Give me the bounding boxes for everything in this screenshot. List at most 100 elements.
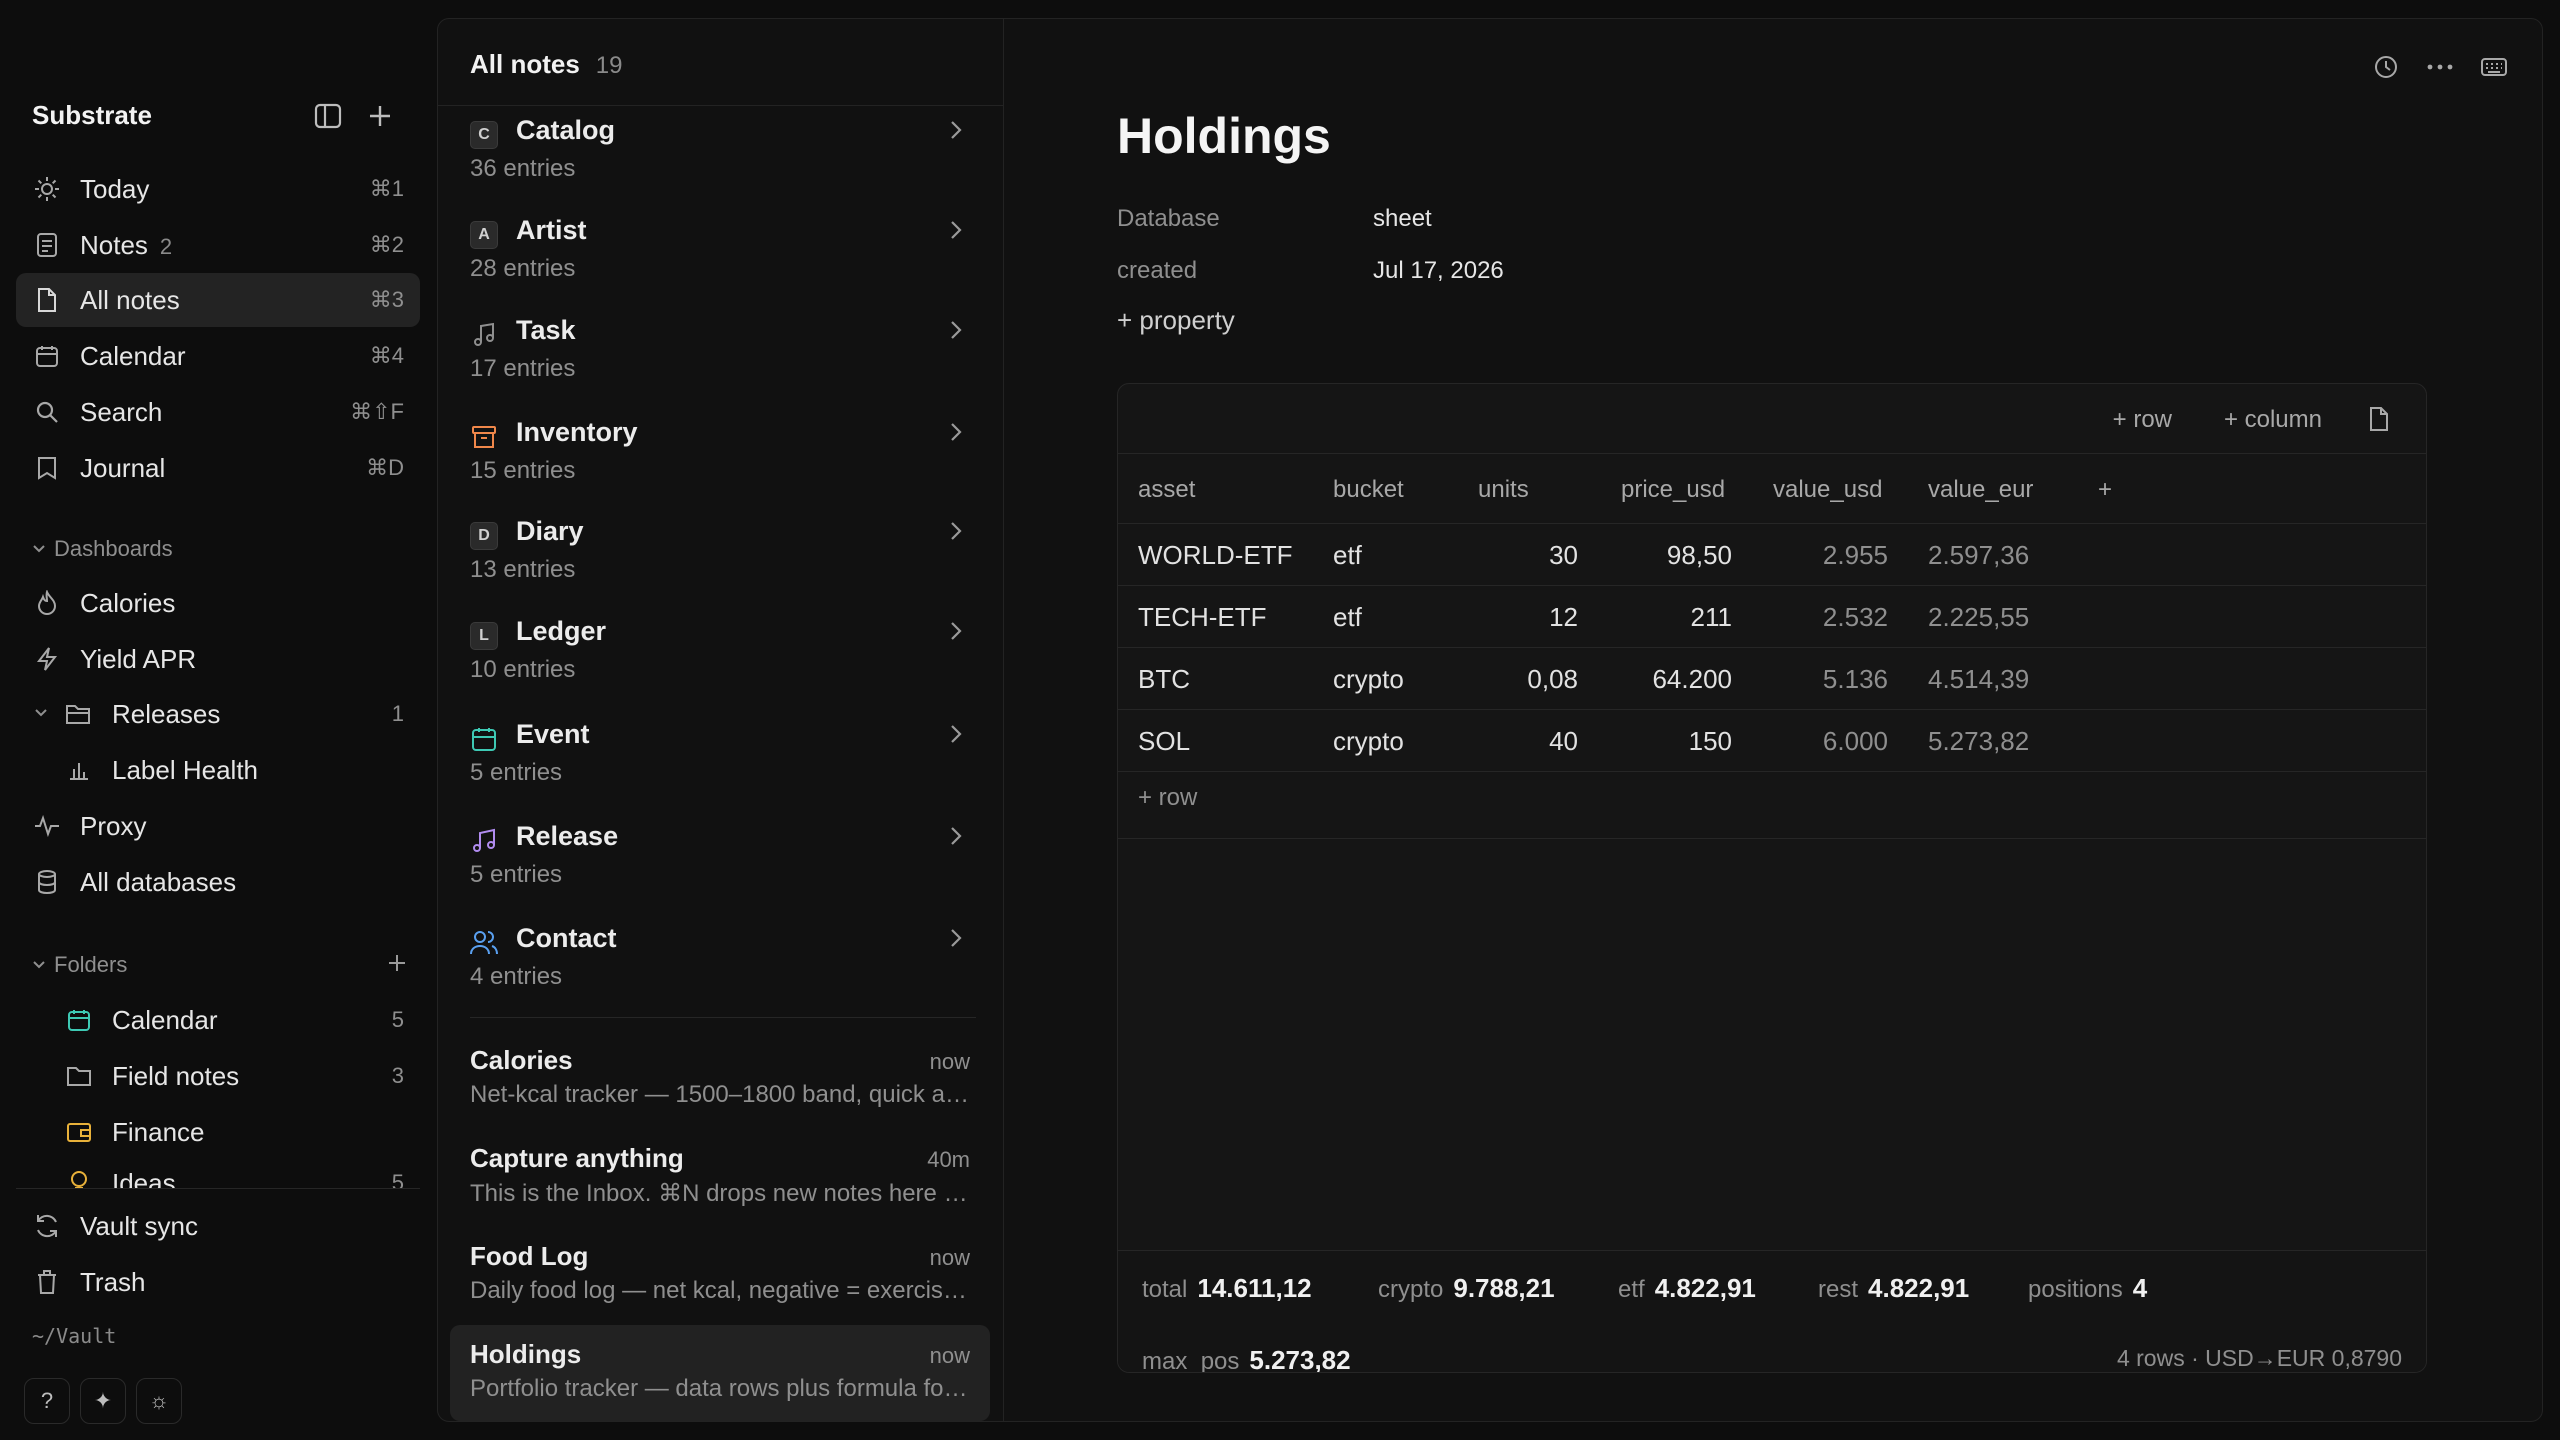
note-time: 40m [927, 1147, 970, 1172]
db-name: Inventory [516, 417, 638, 447]
help-button[interactable]: ? [24, 1378, 70, 1424]
cell-asset[interactable]: TECH-ETF [1138, 602, 1267, 633]
note-row-food-log[interactable]: Food Log now Daily food log — net kcal, … [450, 1227, 990, 1323]
add-row-inline-button[interactable]: + row [1138, 784, 1197, 812]
list-title: All notes [470, 49, 580, 79]
db-row-task[interactable]: Task 17 entries [470, 315, 976, 405]
add-row-button[interactable]: + row [2113, 406, 2172, 434]
table-row[interactable]: SOL crypto 40 150 6.000 5.273,82 [1118, 710, 2426, 772]
db-row-inventory[interactable]: Inventory 15 entries [470, 417, 976, 507]
column-header-value-eur[interactable]: value_eur [1928, 476, 2033, 504]
note-row-capture-anything[interactable]: Capture anything 40m This is the Inbox. … [450, 1129, 990, 1225]
nav-yield-apr[interactable]: Yield APR [16, 632, 420, 686]
folder-calendar[interactable]: Calendar 5 [16, 993, 420, 1047]
nav-all-notes[interactable]: All notes ⌘3 [16, 273, 420, 327]
cell-value-usd[interactable]: 5.136 [1823, 664, 1888, 695]
folder-field-notes[interactable]: Field notes 3 [16, 1049, 420, 1103]
folder-ideas[interactable]: Ideas 5 [16, 1156, 420, 1188]
db-row-artist[interactable]: A Artist 28 entries [470, 215, 976, 305]
db-row-event[interactable]: Event 5 entries [470, 719, 976, 809]
db-entries: 15 entries [470, 457, 576, 484]
list-header: All notes 19 [470, 49, 623, 80]
db-row-release[interactable]: Release 5 entries [470, 821, 976, 911]
sun-icon [32, 174, 62, 204]
column-header-units[interactable]: units [1478, 476, 1529, 504]
nav-releases[interactable]: Releases 1 [16, 687, 420, 741]
cell-units[interactable]: 12 [1549, 602, 1578, 633]
new-note-button[interactable] [364, 100, 396, 132]
column-header-price-usd[interactable]: price_usd [1621, 476, 1725, 504]
more-icon[interactable] [2426, 53, 2454, 81]
keyboard-icon[interactable] [2480, 53, 2508, 81]
cell-asset[interactable]: WORLD-ETF [1138, 540, 1293, 571]
section-dashboards[interactable]: Dashboards [32, 536, 173, 562]
chevron-right-icon [944, 115, 968, 145]
section-folders[interactable]: Folders [32, 952, 127, 978]
cell-value-usd[interactable]: 2.532 [1823, 602, 1888, 633]
column-header-value-usd[interactable]: value_usd [1773, 476, 1882, 504]
cell-bucket[interactable]: etf [1333, 602, 1362, 633]
cell-bucket[interactable]: crypto [1333, 664, 1404, 695]
stat-positions: positions 4 [2028, 1273, 2148, 1303]
toggle-sidebar-button[interactable] [312, 100, 344, 132]
export-file-icon[interactable] [2368, 406, 2392, 434]
db-name: Event [516, 719, 590, 749]
db-row-contact[interactable]: Contact 4 entries [470, 923, 976, 1013]
trash-icon [32, 1267, 62, 1297]
nav-label: Calories [80, 587, 176, 618]
cell-price-usd[interactable]: 64.200 [1652, 664, 1732, 695]
note-content: Holdings Database sheet created Jul 17, … [1005, 19, 2542, 1421]
table-row[interactable]: BTC crypto 0,08 64.200 5.136 4.514,39 [1118, 648, 2426, 710]
cell-value-eur[interactable]: 4.514,39 [1928, 664, 2029, 695]
nav-calendar[interactable]: Calendar ⌘4 [16, 329, 420, 383]
history-icon[interactable] [2372, 53, 2400, 81]
chevron-down-icon [34, 705, 48, 723]
nav-trash[interactable]: Trash [16, 1255, 420, 1309]
cell-asset[interactable]: SOL [1138, 726, 1190, 757]
note-row-calories[interactable]: Calories now Net-kcal tracker — 1500–180… [450, 1031, 990, 1127]
cell-bucket[interactable]: crypto [1333, 726, 1404, 757]
cell-price-usd[interactable]: 211 [1691, 602, 1732, 633]
cell-units[interactable]: 40 [1549, 726, 1578, 757]
cell-value-eur[interactable]: 5.273,82 [1928, 726, 2029, 757]
db-row-ledger[interactable]: L Ledger 10 entries [470, 616, 976, 706]
nav-proxy[interactable]: Proxy [16, 799, 420, 853]
cell-asset[interactable]: BTC [1138, 664, 1190, 695]
nav-label-health[interactable]: Label Health [16, 743, 420, 797]
cell-bucket[interactable]: etf [1333, 540, 1362, 571]
chevron-right-icon [944, 821, 968, 851]
table-row[interactable]: TECH-ETF etf 12 211 2.532 2.225,55 [1118, 586, 2426, 648]
divider [438, 105, 1004, 106]
db-row-catalog[interactable]: C Catalog 36 entries [470, 115, 976, 205]
theme-button[interactable]: ☼ [136, 1378, 182, 1424]
note-row-holdings[interactable]: Holdings now Portfolio tracker — data ro… [450, 1325, 990, 1421]
cell-value-eur[interactable]: 2.225,55 [1928, 602, 2029, 633]
nav-journal[interactable]: Journal ⌘D [16, 441, 420, 495]
cell-value-usd[interactable]: 2.955 [1823, 540, 1888, 571]
column-header-bucket[interactable]: bucket [1333, 476, 1404, 504]
nav-vault-sync[interactable]: Vault sync [16, 1199, 420, 1253]
nav-search[interactable]: Search ⌘⇧F [16, 385, 420, 439]
column-header-asset[interactable]: asset [1138, 476, 1195, 504]
cell-value-usd[interactable]: 6.000 [1823, 726, 1888, 757]
cell-value-eur[interactable]: 2.597,36 [1928, 540, 2029, 571]
cell-units[interactable]: 30 [1549, 540, 1578, 571]
cell-price-usd[interactable]: 150 [1689, 726, 1732, 757]
add-folder-button[interactable] [388, 948, 406, 979]
add-column-header-button[interactable]: + [2098, 476, 2112, 504]
stat-etf: etf 4.822,91 [1618, 1273, 1756, 1303]
nav-today[interactable]: Today ⌘1 [16, 162, 420, 216]
cell-price-usd[interactable]: 98,50 [1667, 540, 1732, 571]
db-row-diary[interactable]: D Diary 13 entries [470, 516, 976, 606]
nav-all-databases[interactable]: All databases [16, 855, 420, 909]
ai-button[interactable]: ✦ [80, 1378, 126, 1424]
nav-calories[interactable]: Calories [16, 576, 420, 630]
nav-notes[interactable]: Notes 2 ⌘2 [16, 218, 420, 272]
add-property-button[interactable]: + property [1117, 305, 1235, 336]
note-snippet: Net-kcal tracker — 1500–1800 band, quick… [470, 1081, 970, 1108]
cell-units[interactable]: 0,08 [1527, 664, 1578, 695]
table-row[interactable]: WORLD-ETF etf 30 98,50 2.955 2.597,36 [1118, 524, 2426, 586]
music-note-icon [470, 321, 498, 349]
add-column-button[interactable]: + column [2224, 406, 2322, 434]
nav-count: 2 [159, 233, 173, 259]
